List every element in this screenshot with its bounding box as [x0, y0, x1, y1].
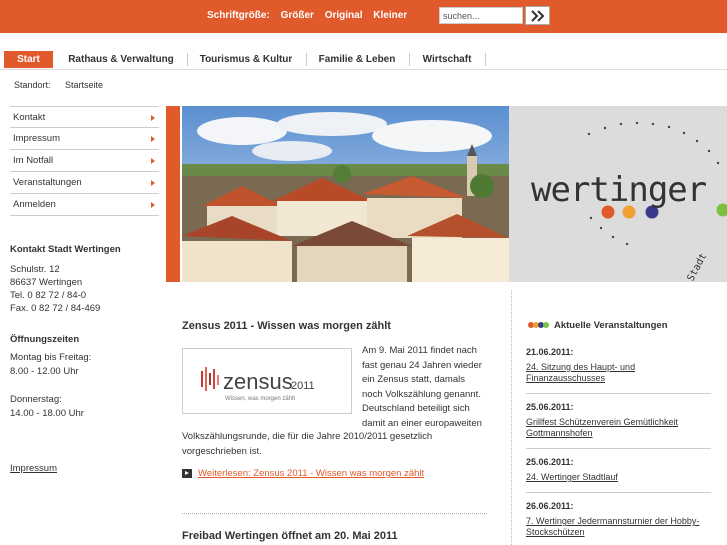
arrow-right-icon	[151, 136, 155, 142]
opening-hours: Montag bis Freitag: 8.00 - 12.00 Uhr Don…	[10, 351, 91, 421]
nav-separator	[187, 53, 188, 66]
arrow-right-icon	[151, 115, 155, 121]
zensus-logo-year: 2011	[291, 380, 315, 392]
list-item: 26.06.2011: 7. Wertinger Jedermannsturni…	[526, 501, 711, 545]
contact-line: 86637 Wertingen	[10, 277, 83, 288]
nav-separator	[485, 53, 486, 66]
read-more-link[interactable]: Weiterlesen: Zensus 2011 - Wissen was mo…	[198, 468, 424, 479]
contact-line: Tel. 0 82 72 / 84-0	[10, 290, 87, 301]
contact-heading: Kontakt Stadt Wertingen	[10, 244, 121, 255]
search-input[interactable]	[439, 7, 523, 24]
article-title[interactable]: Freibad Wertingen öffnet am 20. Mai 2011	[182, 530, 398, 542]
font-bigger-link[interactable]: Größer	[281, 10, 314, 21]
zensus-logo-word: zensus	[223, 369, 293, 394]
town-photo	[182, 106, 509, 282]
event-link[interactable]: Grillfest Schützenverein Gemütlichkeit G…	[526, 417, 711, 439]
read-more[interactable]: Weiterlesen: Zensus 2011 - Wissen was mo…	[182, 468, 424, 479]
sidebar-item-label: Impressum	[13, 133, 60, 144]
font-smaller-link[interactable]: Kleiner	[373, 10, 407, 21]
event-date: 21.06.2011:	[526, 347, 574, 357]
breadcrumb-label: Standort:	[14, 80, 51, 90]
events-list: 21.06.2011: 24. Sitzung des Haupt- und F…	[526, 347, 711, 545]
nav-separator	[306, 53, 307, 66]
arrow-right-icon	[151, 180, 155, 186]
impressum-link[interactable]: Impressum	[10, 463, 57, 474]
list-item: 25.06.2011: 24. Wertinger Stadtlauf	[526, 457, 711, 493]
sidebar-item-impressum[interactable]: Impressum	[10, 128, 159, 150]
breadcrumb: Standort: Startseite	[14, 80, 115, 90]
nav-start[interactable]: Start	[4, 51, 53, 68]
logo-sub-text: Stadt	[686, 252, 710, 282]
wertingen-logo: Stadt wertinger	[509, 106, 727, 282]
article-title[interactable]: Zensus 2011 - Wissen was morgen zählt	[182, 320, 391, 332]
event-link[interactable]: 24. Wertinger Stadtlauf	[526, 472, 711, 483]
font-original-link[interactable]: Original	[325, 10, 363, 21]
nav-wirtschaft[interactable]: Wirtschaft	[416, 51, 478, 68]
double-chevron-right-icon	[530, 9, 544, 22]
events-heading: Aktuelle Veranstaltungen	[528, 320, 668, 331]
logo-wordmark: wertinger	[531, 170, 707, 210]
sidebar-item-label: Anmelden	[13, 199, 56, 210]
column-separator	[511, 290, 512, 545]
sidebar-nav: Kontakt Impressum Im Notfall Veranstaltu…	[10, 106, 159, 216]
article-divider	[182, 513, 487, 514]
font-size-label: Schriftgröße:	[207, 10, 270, 21]
colored-dots-icon	[528, 320, 549, 331]
main-nav: Start Rathaus & Verwaltung Tourismus & K…	[0, 46, 727, 70]
zensus-logo-image: zensus 2011 Wissen, was morgen zählt	[182, 348, 352, 414]
hours-line: Montag bis Freitag:	[10, 352, 92, 363]
list-item: 21.06.2011: 24. Sitzung des Haupt- und F…	[526, 347, 711, 394]
nav-tourismus[interactable]: Tourismus & Kultur	[192, 51, 300, 68]
nav-rathaus[interactable]: Rathaus & Verwaltung	[59, 51, 183, 68]
contact-line: Fax. 0 82 72 / 84-469	[10, 303, 101, 314]
sidebar-item-veranstaltungen[interactable]: Veranstaltungen	[10, 172, 159, 194]
sidebar-item-kontakt[interactable]: Kontakt	[10, 106, 159, 128]
sidebar-item-anmelden[interactable]: Anmelden	[10, 194, 159, 216]
event-link[interactable]: 24. Sitzung des Haupt- und Finanzausschu…	[526, 362, 711, 384]
arrow-right-icon	[182, 468, 192, 478]
search-button[interactable]	[525, 6, 550, 25]
breadcrumb-current[interactable]: Startseite	[65, 80, 103, 90]
font-size-controls: Schriftgröße: Größer Original Kleiner	[207, 10, 415, 21]
contact-line: Schulstr. 12	[10, 264, 60, 275]
list-item: 25.06.2011: Grillfest Schützenverein Gem…	[526, 402, 711, 449]
sidebar-item-label: Kontakt	[13, 112, 46, 123]
article-text: Am 9. Mai 2011 findet nach fast genau 24…	[362, 345, 482, 429]
hours-line	[10, 379, 91, 393]
event-date: 25.06.2011:	[526, 402, 574, 412]
sidebar-item-label: Im Notfall	[13, 155, 54, 166]
hours-line: 8.00 - 12.00 Uhr	[10, 366, 79, 377]
event-date: 25.06.2011:	[526, 457, 574, 467]
event-link[interactable]: 7. Wertinger Jedermannsturnier der Hobby…	[526, 516, 711, 538]
events-heading-label: Aktuelle Veranstaltungen	[554, 320, 668, 332]
contact-address: Schulstr. 12 86637 Wertingen Tel. 0 82 7…	[10, 263, 100, 315]
hours-line: Donnerstag:	[10, 394, 62, 405]
hours-heading: Öffnungszeiten	[10, 334, 80, 345]
sidebar-item-label: Veranstaltungen	[13, 177, 82, 188]
arrow-right-icon	[151, 158, 155, 164]
zensus-logo-tagline: Wissen, was morgen zählt	[225, 396, 295, 402]
accent-strip	[166, 106, 180, 282]
article-text-continued: Volkszählungsrunde, die für die Jahre 20…	[182, 431, 433, 457]
hours-line: 14.00 - 18.00 Uhr	[10, 408, 84, 419]
arrow-right-icon	[151, 202, 155, 208]
nav-familie[interactable]: Familie & Leben	[312, 51, 402, 68]
event-date: 26.06.2011:	[526, 501, 574, 511]
top-bar: Schriftgröße: Größer Original Kleiner	[0, 0, 727, 33]
nav-separator	[409, 53, 410, 66]
sidebar-item-notfall[interactable]: Im Notfall	[10, 150, 159, 172]
